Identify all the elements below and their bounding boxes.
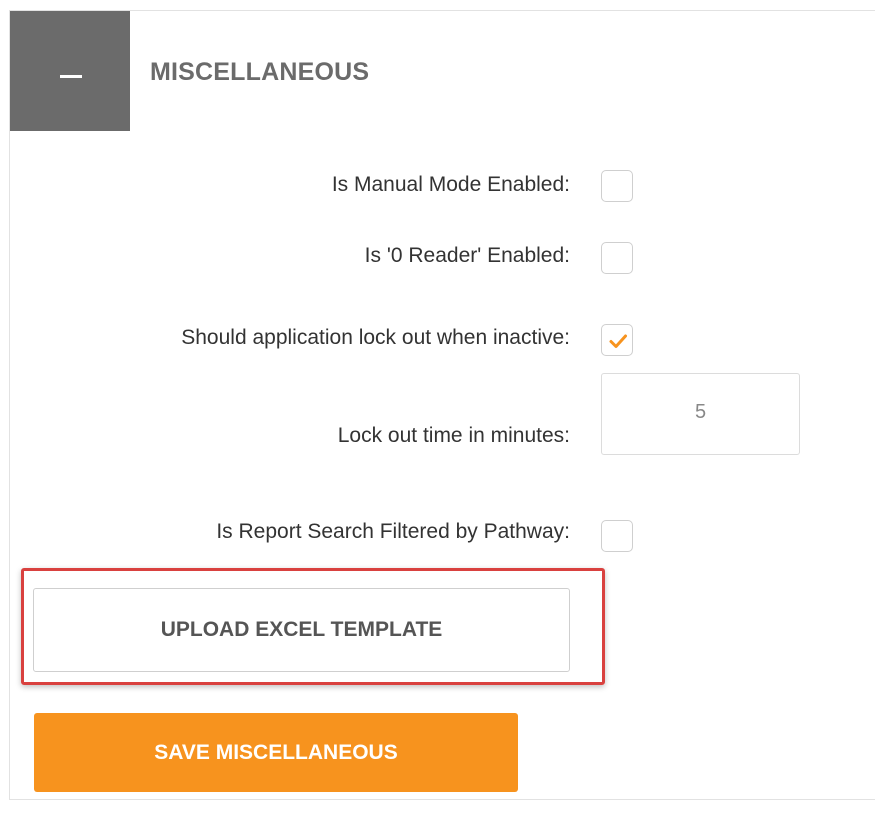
lock-out-time-input[interactable]	[602, 392, 799, 432]
section-title: MISCELLANEOUS	[150, 58, 370, 86]
miscellaneous-panel: MISCELLANEOUS Is Manual Mode Enabled: Is…	[9, 10, 875, 800]
save-miscellaneous-button[interactable]: SAVE MISCELLANEOUS	[34, 713, 518, 792]
zero-reader-checkbox[interactable]	[601, 242, 633, 274]
lock-out-inactive-checkbox[interactable]	[601, 324, 633, 356]
collapse-button[interactable]	[10, 11, 130, 131]
report-search-filtered-checkbox[interactable]	[601, 520, 633, 552]
lock-out-inactive-label: Should application lock out when inactiv…	[181, 326, 570, 349]
zero-reader-label: Is '0 Reader' Enabled:	[364, 244, 570, 267]
manual-mode-checkbox[interactable]	[601, 170, 633, 202]
minus-icon	[60, 75, 82, 78]
checkmark-icon	[609, 334, 627, 348]
lock-out-time-field[interactable]	[601, 373, 800, 455]
report-search-filtered-label: Is Report Search Filtered by Pathway:	[216, 520, 570, 543]
panel-header: MISCELLANEOUS	[10, 11, 875, 131]
lock-out-time-label: Lock out time in minutes:	[337, 424, 570, 447]
manual-mode-label: Is Manual Mode Enabled:	[331, 173, 570, 196]
upload-excel-template-button[interactable]: UPLOAD EXCEL TEMPLATE	[33, 588, 570, 672]
